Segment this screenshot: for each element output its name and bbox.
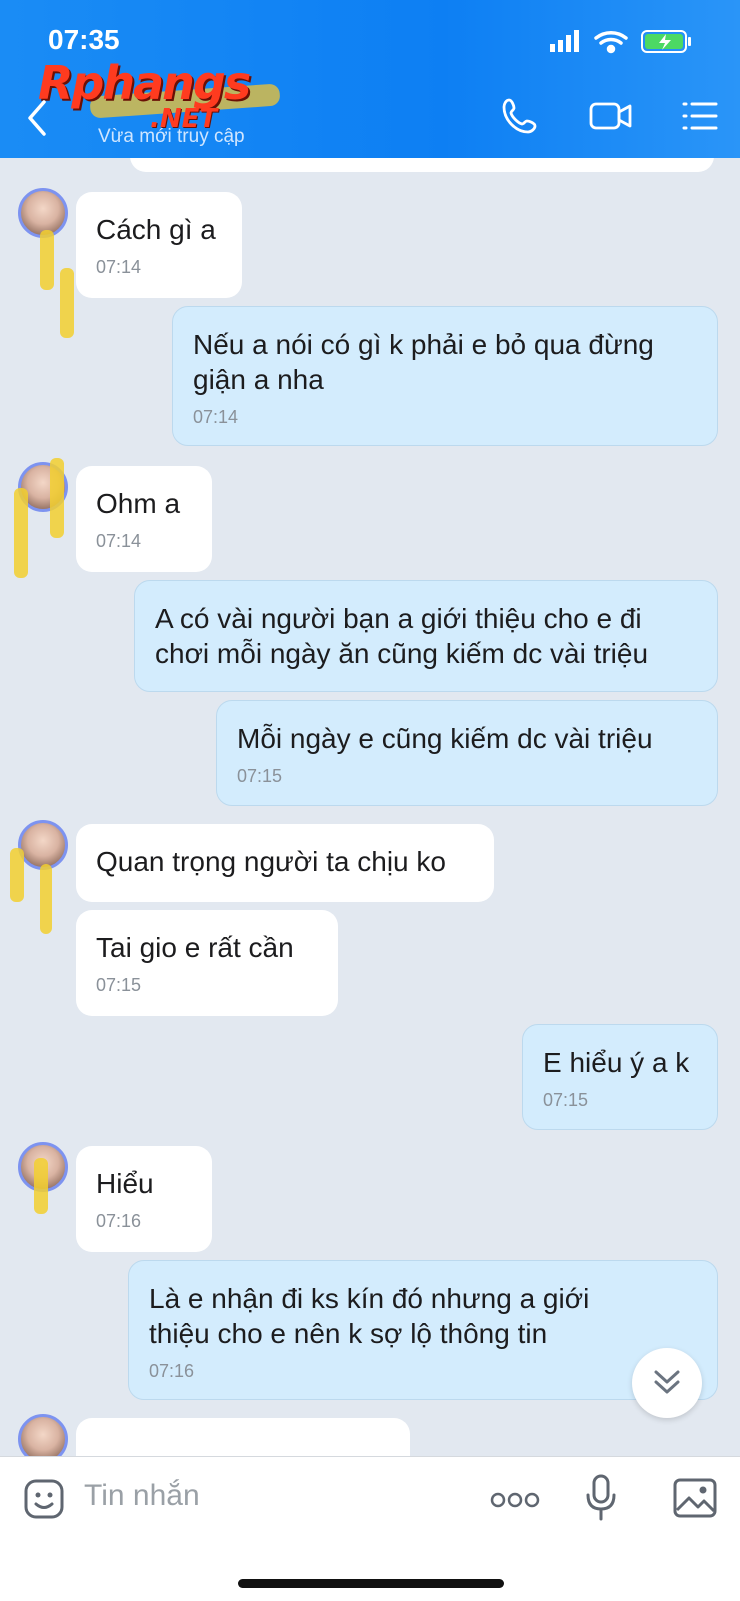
message-bubble[interactable]: Quan trọng người ta chịu ko — [76, 824, 494, 902]
avatar[interactable] — [18, 1414, 68, 1456]
message-list[interactable]: Cách gì a 07:14 Nếu a nói có gì k phải e… — [0, 158, 740, 1456]
chat-header: 07:35 Rphangs .NET Vừa mới truy cập — [0, 0, 740, 158]
message-time: 07:15 — [543, 1090, 589, 1110]
message-bubble[interactable]: Hiểu 07:16 — [76, 1146, 212, 1252]
message-bubble[interactable]: Cách gì a 07:14 — [76, 192, 242, 298]
message-time: 07:14 — [193, 407, 239, 427]
redaction-mark — [10, 848, 24, 902]
redaction-mark — [40, 864, 52, 934]
message-bubble[interactable]: Ohm a 07:14 — [76, 466, 212, 572]
message-time: 07:15 — [96, 975, 142, 995]
menu-icon[interactable] — [680, 96, 720, 136]
redaction-mark — [34, 1158, 48, 1214]
partial-message-bubble — [76, 1418, 410, 1456]
message-text: E hiểu ý a k — [543, 1047, 690, 1078]
message-time: 07:14 — [96, 257, 142, 277]
back-icon[interactable] — [24, 98, 48, 138]
redaction-mark — [50, 458, 64, 538]
status-icons — [550, 30, 691, 54]
message-text: Tai gio e rất cần — [96, 932, 294, 963]
watermark-logo: Rphangs — [38, 56, 251, 110]
message-text: Cách gì a — [96, 214, 216, 245]
message-time: 07:15 — [237, 766, 283, 786]
contact-status: Vừa mới truy cập — [98, 126, 245, 147]
message-input[interactable]: Tin nhắn — [84, 1479, 200, 1513]
partial-message-bubble — [130, 158, 714, 172]
home-indicator — [238, 1579, 504, 1588]
video-call-icon[interactable] — [588, 96, 634, 136]
wifi-icon — [594, 30, 628, 54]
message-text: Ohm a — [96, 488, 181, 519]
sticker-icon[interactable] — [22, 1477, 66, 1521]
message-time: 07:16 — [96, 1211, 142, 1231]
message-time: 07:14 — [96, 531, 142, 551]
avatar[interactable] — [18, 820, 68, 870]
message-text: Nếu a nói có gì k phải e bỏ qua đừng giậ… — [193, 329, 654, 395]
message-time: 07:16 — [149, 1361, 195, 1381]
redaction-mark — [14, 488, 28, 578]
scroll-down-icon — [654, 1370, 680, 1394]
message-text: Mỗi ngày e cũng kiếm dc vài triệu — [237, 723, 653, 754]
image-icon[interactable] — [672, 1477, 718, 1519]
message-bubble[interactable]: Là e nhận đi ks kín đó nhưng a giới thiệ… — [128, 1260, 718, 1400]
message-text: Hiểu — [96, 1168, 154, 1199]
message-bubble[interactable]: E hiểu ý a k 07:15 — [522, 1024, 718, 1130]
battery-icon — [641, 30, 691, 53]
message-bubble[interactable]: Nếu a nói có gì k phải e bỏ qua đừng giậ… — [172, 306, 718, 446]
more-icon[interactable] — [490, 1491, 540, 1509]
status-time: 07:35 — [48, 24, 120, 55]
message-text: Là e nhận đi ks kín đó nhưng a giới thiệ… — [149, 1283, 590, 1349]
phone-icon[interactable] — [500, 96, 540, 136]
microphone-icon[interactable] — [584, 1473, 618, 1523]
message-bubble[interactable]: Tai gio e rất cần 07:15 — [76, 910, 338, 1016]
message-text: A có vài người bạn a giới thiệu cho e đi… — [155, 603, 649, 669]
message-composer: Tin nhắn — [0, 1456, 740, 1601]
message-bubble[interactable]: Mỗi ngày e cũng kiếm dc vài triệu 07:15 — [216, 700, 718, 806]
redaction-mark — [40, 230, 54, 290]
message-text: Quan trọng người ta chịu ko — [96, 846, 446, 877]
redaction-mark — [60, 268, 74, 338]
scroll-down-button[interactable] — [632, 1348, 702, 1418]
signal-icon — [550, 30, 579, 52]
message-bubble[interactable]: A có vài người bạn a giới thiệu cho e đi… — [134, 580, 718, 692]
